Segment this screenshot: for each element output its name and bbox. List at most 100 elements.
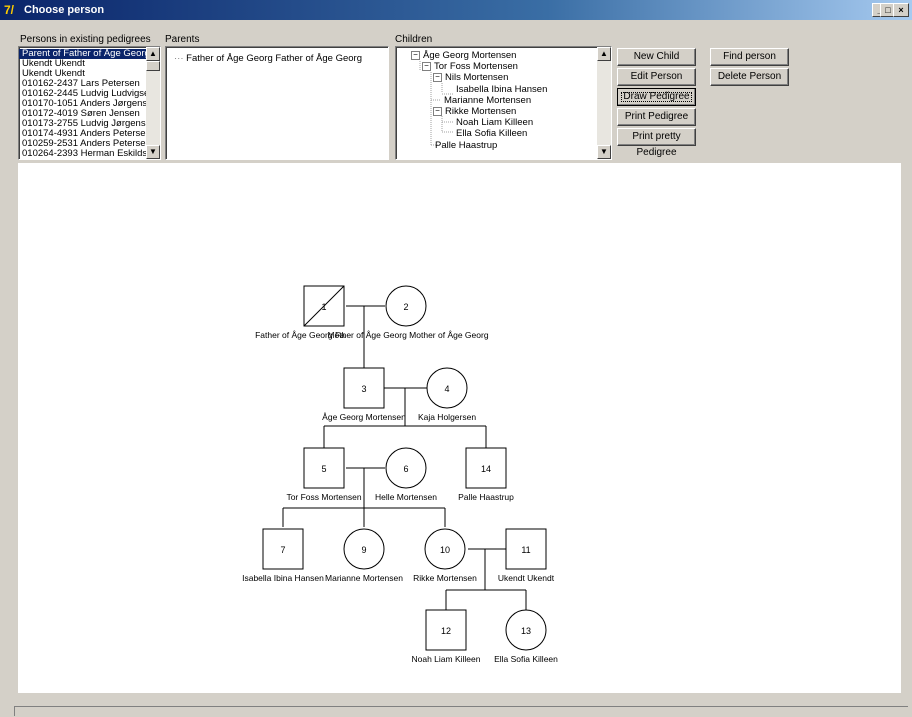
person-number: 12 (441, 626, 451, 636)
person-number: 13 (521, 626, 531, 636)
tree-node-label: Nils Mortensen (445, 72, 509, 84)
pedigree-person-2[interactable]: 2 Mother of Åge Georg Mother of Åge Georg (327, 285, 489, 340)
person-name: Palle Haastrup (458, 492, 514, 502)
pedigree-person-7[interactable]: 7 Isabella Ibina Hansen (242, 528, 324, 583)
parents-tree[interactable]: ··· Father of Åge Georg Father of Åge Ge… (165, 46, 389, 160)
collapse-icon[interactable]: − (422, 62, 431, 71)
tree-node[interactable]: − Nils Mortensen (433, 73, 508, 83)
pedigree-person-6[interactable]: 6 Helle Mortensen (375, 447, 437, 502)
find-person-button[interactable]: Find person (710, 48, 789, 66)
status-bar (14, 706, 908, 716)
tree-node[interactable]: Noah Liam Killeen (456, 118, 533, 128)
person-number: 7 (280, 545, 285, 555)
children-label: Children (395, 34, 433, 45)
tree-node-label: Rikke Mortensen (445, 106, 517, 118)
person-number: 1 (321, 302, 326, 312)
tree-node[interactable]: − Åge Georg Mortensen (411, 51, 516, 61)
persons-listbox[interactable]: Parent of Father of Åge Georg FatheUkend… (18, 46, 161, 160)
persons-list-item[interactable]: Ukendt Ukendt (19, 59, 146, 69)
pedigree-person-4[interactable]: 4 Kaja Holgersen (418, 367, 476, 422)
person-name: Tor Foss Mortensen (286, 492, 361, 502)
persons-list-item[interactable]: 010162-2437 Lars Petersen (19, 79, 146, 89)
scroll-down-icon[interactable]: ▼ (597, 145, 611, 159)
persons-list-item[interactable]: 010172-4019 Søren Jensen (19, 109, 146, 119)
print-pedigree-button[interactable]: Print Pedigree (617, 108, 696, 126)
print-pretty-pedigree-button[interactable]: Print pretty Pedigree (617, 128, 696, 158)
person-number: 2 (403, 302, 408, 312)
collapse-icon[interactable]: − (433, 73, 442, 82)
persons-list-item[interactable]: 010162-2445 Ludvig Ludvigsen (19, 89, 146, 99)
person-number: 14 (481, 464, 491, 474)
person-number: 3 (361, 384, 366, 394)
tree-node[interactable]: Isabella Ibina Hansen (456, 85, 547, 95)
persons-scrollbar[interactable]: ▲ ▼ (146, 47, 160, 159)
person-number: 9 (361, 545, 366, 555)
edit-person-button[interactable]: Edit Person (617, 68, 696, 86)
tree-node-label: Marianne Mortensen (444, 95, 532, 106)
children-tree[interactable]: − Åge Georg Mortensen − Tor Foss Mortensen… (395, 46, 612, 160)
tree-node-label: Åge Georg Mortensen (423, 50, 517, 62)
pedigree-person-14[interactable]: 14 Palle Haastrup (458, 447, 514, 502)
tree-node-label: Tor Foss Mortensen (434, 61, 518, 73)
pedigree-person-9[interactable]: 9 Marianne Mortensen (325, 528, 403, 583)
tree-node[interactable]: Palle Haastrup (435, 141, 497, 151)
new-child-button[interactable]: New Child (617, 48, 696, 66)
person-name: Marianne Mortensen (325, 573, 403, 583)
person-name: Rikke Mortensen (413, 573, 477, 583)
person-number: 10 (440, 545, 450, 555)
scroll-down-icon[interactable]: ▼ (146, 145, 160, 159)
close-button[interactable]: × (893, 3, 909, 17)
tree-node-label: Noah Liam Killeen (456, 117, 534, 128)
tree-node[interactable]: Ella Sofia Killeen (456, 129, 527, 139)
person-name: Ella Sofia Killeen (494, 654, 558, 664)
scroll-up-icon[interactable]: ▲ (597, 47, 611, 61)
pedigree-drawing: 1Father of Åge Georg Fa2Mother of Åge Ge… (242, 285, 558, 664)
persons-list-item[interactable]: 010264-2393 Herman Eskildsen (19, 149, 146, 159)
persons-list-item[interactable]: 010259-2531 Anders Petersen (19, 139, 146, 149)
pedigree-person-12[interactable]: 12 Noah Liam Killeen (412, 609, 481, 664)
tree-node-label: Palle Haastrup (435, 140, 498, 151)
persons-list-item[interactable]: 010170-1051 Anders Jørgensen (19, 99, 146, 109)
collapse-icon[interactable]: − (411, 51, 420, 60)
person-name: Isabella Ibina Hansen (242, 573, 324, 583)
tree-node-label: Ella Sofia Killeen (456, 128, 528, 139)
person-name: Mother of Åge Georg Mother of Åge Georg (327, 330, 488, 340)
person-name: Kaja Holgersen (418, 412, 476, 422)
persons-list-item[interactable]: Parent of Father of Åge Georg Fathe (19, 49, 146, 59)
pedigree-canvas: 1 Father of Åge Georg Fa 2 Mother of Åge Ge… (18, 163, 901, 693)
pedigree-person-11[interactable]: 11 Ukendt Ukendt (498, 528, 555, 583)
person-number: 6 (403, 464, 408, 474)
draw-pedigree-button[interactable]: Draw Pedigree (617, 88, 696, 106)
person-name: Ukendt Ukendt (498, 573, 555, 583)
parents-label: Parents (165, 34, 200, 45)
tree-node[interactable]: − Rikke Mortensen (433, 107, 516, 117)
tree-node[interactable]: − Tor Foss Mortensen (422, 62, 518, 72)
person-name: Noah Liam Killeen (412, 654, 481, 664)
persons-list-item[interactable]: 010266-2017 Lars Jensen (19, 159, 146, 160)
parents-item-label: Father of Åge Georg Father of Åge Georg (186, 53, 362, 64)
title-bar: 7/ Choose person _ □ × (0, 0, 912, 20)
person-name: Helle Mortensen (375, 492, 437, 502)
tree-node-label: Isabella Ibina Hansen (456, 84, 548, 95)
pedigree-person-10[interactable]: 10 Rikke Mortensen (413, 528, 477, 583)
children-scrollbar[interactable]: ▲ ▼ (597, 47, 611, 159)
scroll-up-icon[interactable]: ▲ (146, 47, 160, 61)
delete-person-button[interactable]: Delete Person (710, 68, 789, 86)
parents-item[interactable]: ··· Father of Åge Georg Father of Åge Ge… (174, 53, 362, 64)
person-name: Åge Georg Mortensen (322, 412, 406, 422)
person-number: 11 (521, 545, 530, 555)
pedigree-person-5[interactable]: 5 Tor Foss Mortensen (286, 447, 362, 502)
persons-list-item[interactable]: Ukendt Ukendt (19, 69, 146, 79)
person-number: 4 (444, 384, 449, 394)
persons-list-item[interactable]: 010173-2755 Ludvig Jørgensen (19, 119, 146, 129)
pedigree-person-3[interactable]: 3 Åge Georg Mortensen (322, 367, 406, 422)
window-title: Choose person (24, 4, 105, 16)
scroll-thumb[interactable] (146, 61, 160, 71)
person-number: 5 (321, 464, 326, 474)
persons-label: Persons in existing pedigrees (20, 34, 151, 45)
pedigree-person-13[interactable]: 13 Ella Sofia Killeen (494, 609, 558, 664)
persons-list-item[interactable]: 010174-4931 Anders Petersen (19, 129, 146, 139)
tree-node[interactable]: Marianne Mortensen (444, 96, 531, 106)
collapse-icon[interactable]: − (433, 107, 442, 116)
app-icon: 7/ (4, 3, 15, 17)
